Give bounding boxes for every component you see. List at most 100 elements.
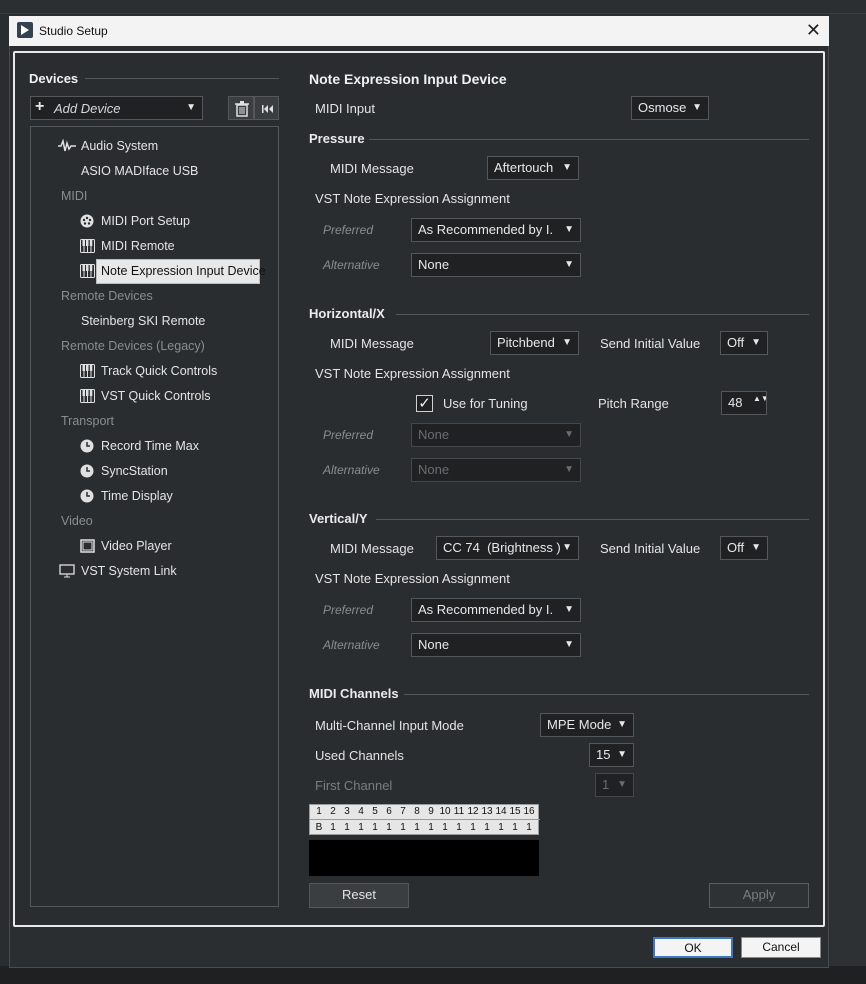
channel-display [309, 840, 539, 876]
devices-header-rule [85, 78, 279, 79]
pressure-preferred-value: As Recommended by I. [418, 222, 554, 237]
channel-cell: 1 [456, 822, 462, 833]
vertical-midi-message-value: CC 74 (Brightness ) [443, 540, 561, 555]
keyboard-icon [80, 239, 95, 253]
chevron-down-icon: ▼ [564, 429, 574, 440]
background-app-ruler [0, 0, 866, 14]
channel-cell: 15 [509, 806, 521, 817]
chevron-down-icon: ▼ [617, 719, 627, 730]
tree-item-video-player[interactable]: Video Player [101, 539, 172, 553]
vertical-preferred-dropdown[interactable]: As Recommended by I. ▼ [411, 598, 581, 622]
pressure-preferred-dropdown[interactable]: As Recommended by I. ▼ [411, 218, 581, 242]
midi-input-dropdown[interactable]: Osmose ▼ [631, 96, 709, 120]
channel-cell: 1 [344, 822, 350, 833]
chevron-down-icon: ▼ [692, 102, 702, 113]
midi-channels-section-title: MIDI Channels [309, 686, 399, 701]
horizontal-preferred-value: None [418, 427, 450, 442]
horizontal-midi-message-label: MIDI Message [330, 336, 414, 351]
channel-cell: 1 [428, 822, 434, 833]
channel-cell: 1 [442, 822, 448, 833]
midi-input-value: Osmose [638, 100, 687, 115]
midi-port-icon [80, 214, 94, 228]
keyboard-icon [80, 389, 95, 403]
channel-cell: 14 [495, 806, 507, 817]
panel-title: Note Expression Input Device [309, 71, 507, 87]
horizontal-section-title: Horizontal/X [309, 306, 385, 321]
horizontal-rule [396, 314, 809, 315]
horizontal-preferred-dropdown[interactable]: None ▼ [411, 423, 581, 447]
pitch-range-stepper[interactable]: 48 ▲▼ [721, 391, 767, 415]
horizontal-midi-message-dropdown[interactable]: Pitchbend ▼ [490, 331, 579, 355]
chevron-down-icon: ▼ [751, 337, 761, 348]
tree-item-syncstation[interactable]: SyncStation [101, 464, 168, 478]
pressure-alternative-dropdown[interactable]: None ▼ [411, 253, 581, 277]
chevron-down-icon: ▼ [186, 102, 196, 113]
stepper-arrows-icon: ▲▼ [753, 394, 766, 403]
channel-cell: 1 [484, 822, 490, 833]
channel-cell: 1 [330, 822, 336, 833]
channel-grid: 1 2 3 4 5 6 7 8 9 10 11 12 13 14 15 16 B111111111111111 [309, 804, 540, 836]
vertical-send-initial-label: Send Initial Value [600, 541, 701, 556]
tree-item-asio[interactable]: ASIO MADIface USB [81, 164, 198, 178]
ok-button[interactable]: OK [653, 937, 733, 958]
tree-item-midi-port-setup[interactable]: MIDI Port Setup [101, 214, 190, 228]
multi-channel-mode-value: MPE Mode [547, 717, 612, 732]
tree-item-steinberg-ski[interactable]: Steinberg SKI Remote [81, 314, 205, 328]
chevron-down-icon: ▼ [564, 464, 574, 475]
horizontal-send-initial-label: Send Initial Value [600, 336, 701, 351]
tree-item-time-display[interactable]: Time Display [101, 489, 173, 503]
apply-button[interactable]: Apply [709, 883, 809, 908]
tree-category-remote-devices[interactable]: Remote Devices [61, 289, 153, 303]
cancel-button[interactable]: Cancel [741, 937, 821, 958]
used-channels-label: Used Channels [315, 748, 404, 763]
tree-item-note-expression[interactable]: Note Expression Input Device [101, 264, 266, 278]
channel-values-row: B111111111111111 [310, 821, 540, 836]
use-for-tuning-checkbox[interactable]: ✓ [416, 395, 433, 412]
pressure-preferred-label: Preferred [323, 223, 374, 237]
channel-cell: 3 [344, 806, 350, 817]
pitch-range-label: Pitch Range [598, 396, 669, 411]
reset-device-button[interactable] [254, 96, 279, 120]
clock-icon [80, 489, 94, 503]
channel-cell: 16 [523, 806, 535, 817]
chevron-down-icon: ▼ [562, 162, 572, 173]
channel-cell: 13 [481, 806, 493, 817]
vertical-send-initial-value: Off [727, 540, 745, 555]
vertical-send-initial-dropdown[interactable]: Off ▼ [720, 536, 768, 560]
vertical-alternative-dropdown[interactable]: None ▼ [411, 633, 581, 657]
delete-device-button[interactable] [228, 96, 254, 120]
horizontal-alternative-dropdown[interactable]: None ▼ [411, 458, 581, 482]
tree-category-video[interactable]: Video [61, 514, 93, 528]
tree-category-transport[interactable]: Transport [61, 414, 114, 428]
chevron-down-icon: ▼ [564, 604, 574, 615]
tree-item-record-time-max[interactable]: Record Time Max [101, 439, 199, 453]
pitch-range-value: 48 [728, 395, 743, 410]
channel-cell: 2 [330, 806, 336, 817]
tree-item-vst-quick-controls[interactable]: VST Quick Controls [101, 389, 211, 403]
close-window-button[interactable]: ✕ [806, 20, 821, 40]
window-title: Studio Setup [39, 24, 108, 38]
midi-input-label: MIDI Input [315, 101, 375, 116]
multi-channel-mode-dropdown[interactable]: MPE Mode ▼ [540, 713, 634, 737]
tree-item-midi-remote[interactable]: MIDI Remote [101, 239, 175, 253]
tree-category-midi[interactable]: MIDI [61, 189, 87, 203]
channel-cell: 1 [470, 822, 476, 833]
vertical-midi-message-dropdown[interactable]: CC 74 (Brightness ) ▼ [436, 536, 579, 560]
add-device-dropdown[interactable]: + Add Device ▼ [30, 96, 203, 120]
tree-category-remote-legacy[interactable]: Remote Devices (Legacy) [61, 339, 205, 353]
used-channels-dropdown[interactable]: 15 ▼ [589, 743, 634, 767]
channel-cell: 1 [498, 822, 504, 833]
tree-item-audio-system[interactable]: Audio System [81, 139, 158, 153]
midi-channels-rule [404, 694, 809, 695]
app-logo-icon [17, 22, 33, 38]
tree-item-vst-system-link[interactable]: VST System Link [81, 564, 177, 578]
pressure-midi-message-value: Aftertouch [494, 160, 554, 175]
tree-item-track-quick-controls[interactable]: Track Quick Controls [101, 364, 217, 378]
first-channel-dropdown[interactable]: 1 ▼ [595, 773, 634, 797]
pressure-midi-message-dropdown[interactable]: Aftertouch ▼ [487, 156, 579, 180]
horizontal-send-initial-dropdown[interactable]: Off ▼ [720, 331, 768, 355]
reset-button[interactable]: Reset [309, 883, 409, 908]
background-app-panel [830, 14, 866, 966]
channel-cell: 8 [414, 806, 420, 817]
pressure-alternative-value: None [418, 257, 450, 272]
